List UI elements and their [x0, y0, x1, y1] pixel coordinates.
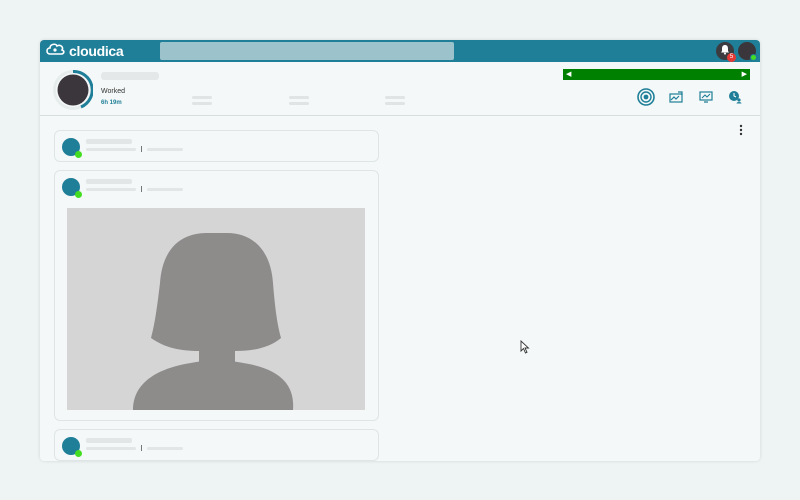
name-redacted — [86, 438, 132, 443]
user-avatar-button[interactable] — [738, 42, 757, 61]
separator — [141, 445, 142, 451]
separator — [141, 146, 142, 152]
online-status-dot — [75, 151, 82, 158]
feed-card[interactable] — [54, 429, 379, 461]
stat-redacted — [289, 102, 309, 105]
clock-user-icon — [728, 90, 742, 109]
stat-redacted — [289, 96, 309, 99]
online-status-dot — [75, 450, 82, 457]
card-avatar[interactable] — [62, 138, 82, 158]
more-vertical-icon — [739, 124, 743, 139]
name-redacted — [86, 139, 132, 144]
card-avatar[interactable] — [62, 178, 82, 198]
cloud-logo-icon — [45, 41, 65, 62]
more-options-button[interactable] — [734, 124, 748, 138]
brand-name: cloudica — [69, 43, 124, 59]
subtitle-redacted — [86, 447, 136, 450]
timer-button[interactable] — [726, 90, 744, 108]
app-window: cloudica 5 Worked 6h 19m ◀ ▶ — [40, 40, 760, 461]
activity-icon — [669, 90, 683, 108]
timeline-scroller[interactable]: ◀ ▶ — [563, 69, 750, 80]
stat-redacted — [192, 96, 212, 99]
username-redacted — [101, 72, 159, 80]
brand-logo[interactable]: cloudica — [45, 41, 124, 62]
broadcast-icon — [637, 87, 655, 111]
feed-card[interactable] — [54, 130, 379, 162]
post-photo[interactable] — [67, 208, 365, 410]
name-redacted — [86, 179, 132, 184]
top-bar: cloudica 5 — [40, 40, 760, 62]
person-placeholder-icon — [67, 233, 365, 410]
activity-button[interactable] — [667, 90, 685, 108]
search-input[interactable] — [160, 42, 454, 60]
card-avatar[interactable] — [62, 437, 82, 457]
subtitle-redacted — [86, 148, 136, 151]
worked-time: 6h 19m — [101, 100, 122, 106]
scroll-right-icon[interactable]: ▶ — [742, 69, 747, 80]
summary-header: Worked 6h 19m ◀ ▶ — [40, 62, 760, 116]
profile-avatar[interactable] — [53, 69, 94, 110]
feed-card[interactable] — [54, 170, 379, 421]
timestamp-redacted — [147, 148, 183, 151]
screen-icon — [699, 90, 713, 108]
separator — [141, 186, 142, 192]
mouse-cursor-icon — [520, 339, 530, 359]
subtitle-redacted — [86, 188, 136, 191]
scroll-left-icon[interactable]: ◀ — [566, 69, 571, 80]
stat-redacted — [192, 102, 212, 105]
notification-count-badge: 5 — [727, 53, 736, 62]
online-status-dot — [750, 54, 757, 61]
worked-label: Worked — [101, 88, 125, 95]
stat-redacted — [385, 96, 405, 99]
broadcast-button[interactable] — [637, 87, 655, 111]
timestamp-redacted — [147, 188, 183, 191]
notifications-button[interactable]: 5 — [716, 42, 736, 62]
stat-redacted — [385, 102, 405, 105]
screen-button[interactable] — [697, 90, 715, 108]
timestamp-redacted — [147, 447, 183, 450]
online-status-dot — [75, 191, 82, 198]
